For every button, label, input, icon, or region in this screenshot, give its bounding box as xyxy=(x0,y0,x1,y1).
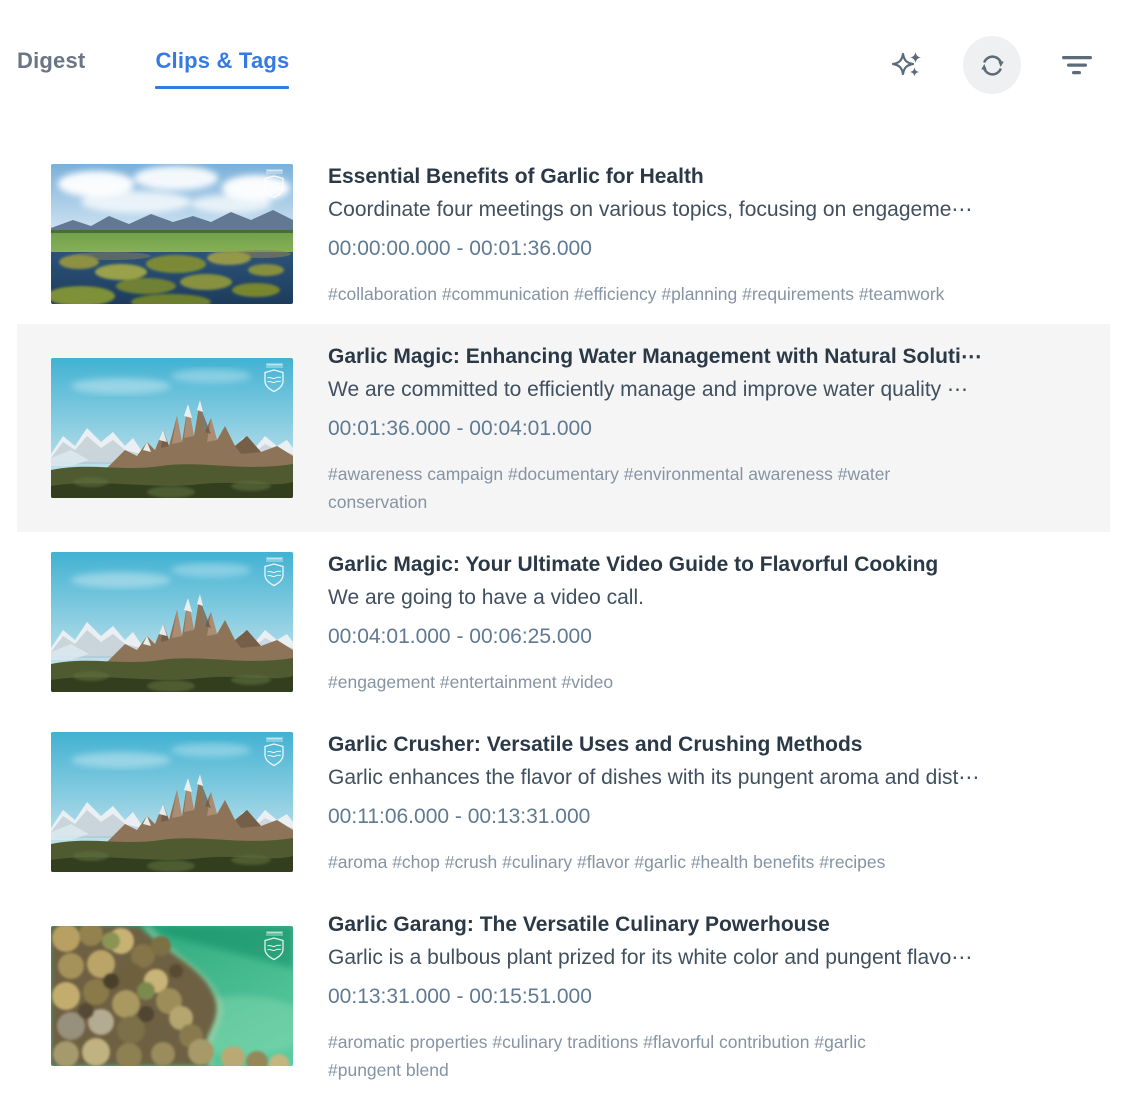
refresh-button[interactable] xyxy=(963,36,1021,94)
clip-title: Garlic Garang: The Versatile Culinary Po… xyxy=(328,908,1076,941)
clip-meta: Garlic Magic: Enhancing Water Management… xyxy=(328,340,1076,516)
clip-tags: #engagement #entertainment #video xyxy=(328,668,1076,696)
clip-meta: Garlic Garang: The Versatile Culinary Po… xyxy=(328,908,1076,1084)
channel-logo-watermark-icon xyxy=(262,169,286,199)
clip-tags: #awareness campaign #documentary #enviro… xyxy=(328,460,1076,516)
mountain-peaks-image xyxy=(51,358,293,498)
clip-time-range: 00:04:01.000 - 00:06:25.000 xyxy=(328,620,1076,653)
clip-time-range: 00:11:06.000 - 00:13:31.000 xyxy=(328,800,1076,833)
filter-button[interactable] xyxy=(1059,47,1095,83)
channel-logo-watermark-icon xyxy=(262,557,286,587)
toolbar-actions xyxy=(889,36,1095,94)
clip-description: Garlic is a bulbous plant prized for its… xyxy=(328,941,1076,974)
clip-title: Essential Benefits of Garlic for Health xyxy=(328,160,1076,193)
clip-list: Essential Benefits of Garlic for Health … xyxy=(17,100,1110,1100)
active-tab-underline xyxy=(155,86,289,89)
clip-tags: #aromatic properties #culinary tradition… xyxy=(328,1028,1076,1084)
clip-row-5[interactable]: Garlic Garang: The Versatile Culinary Po… xyxy=(17,892,1110,1100)
clip-thumbnail-mountain-peaks xyxy=(51,552,293,692)
mountain-peaks-image xyxy=(51,552,293,692)
filter-icon xyxy=(1062,53,1092,77)
ai-sparkles-icon xyxy=(890,48,924,82)
clip-meta: Garlic Crusher: Versatile Uses and Crush… xyxy=(328,728,1076,876)
clip-meta: Garlic Magic: Your Ultimate Video Guide … xyxy=(328,548,1076,696)
clip-title: Garlic Crusher: Versatile Uses and Crush… xyxy=(328,728,1076,761)
tab-clips-tags-label: Clips & Tags xyxy=(155,48,289,74)
tab-clips-tags[interactable]: Clips & Tags xyxy=(155,48,289,89)
clip-title: Garlic Magic: Your Ultimate Video Guide … xyxy=(328,548,1076,581)
clip-row-3[interactable]: Garlic Magic: Your Ultimate Video Guide … xyxy=(17,532,1110,712)
tab-digest-underline xyxy=(17,86,85,89)
clip-tags: #aroma #chop #crush #culinary #flavor #g… xyxy=(328,848,1076,876)
ai-sparkles-button[interactable] xyxy=(889,47,925,83)
clip-time-range: 00:01:36.000 - 00:04:01.000 xyxy=(328,412,1076,445)
clip-description: We are committed to efficiently manage a… xyxy=(328,373,1076,406)
header: Digest Clips & Tags xyxy=(0,0,1136,100)
clip-thumbnail-mountain-peaks xyxy=(51,732,293,872)
wetland-lake-aerial-image xyxy=(51,164,293,304)
tab-digest-label: Digest xyxy=(17,48,85,74)
clip-tags: #collaboration #communication #efficienc… xyxy=(328,280,1076,308)
clip-description: Garlic enhances the flavor of dishes wit… xyxy=(328,761,1076,794)
clip-time-range: 00:13:31.000 - 00:15:51.000 xyxy=(328,980,1076,1013)
channel-logo-watermark-icon xyxy=(262,931,286,961)
channel-logo-watermark-icon xyxy=(262,363,286,393)
autumn-forest-lake-aerial-image xyxy=(51,926,293,1066)
refresh-icon xyxy=(979,52,1006,79)
clip-thumbnail-wetland-lake-aerial xyxy=(51,164,293,304)
clip-thumbnail-autumn-forest-lake-aerial xyxy=(51,926,293,1066)
clip-row-1[interactable]: Essential Benefits of Garlic for Health … xyxy=(17,144,1110,324)
clip-title: Garlic Magic: Enhancing Water Management… xyxy=(328,340,1076,373)
clip-row-2[interactable]: Garlic Magic: Enhancing Water Management… xyxy=(17,324,1110,532)
clip-meta: Essential Benefits of Garlic for Health … xyxy=(328,160,1076,308)
clip-time-range: 00:00:00.000 - 00:01:36.000 xyxy=(328,232,1076,265)
clip-row-4[interactable]: Garlic Crusher: Versatile Uses and Crush… xyxy=(17,712,1110,892)
clip-thumbnail-mountain-peaks xyxy=(51,358,293,498)
mountain-peaks-image xyxy=(51,732,293,872)
tab-digest[interactable]: Digest xyxy=(17,48,85,89)
clip-description: We are going to have a video call. xyxy=(328,581,1076,614)
tab-bar: Digest Clips & Tags xyxy=(17,48,289,89)
clip-description: Coordinate four meetings on various topi… xyxy=(328,193,1076,226)
channel-logo-watermark-icon xyxy=(262,737,286,767)
